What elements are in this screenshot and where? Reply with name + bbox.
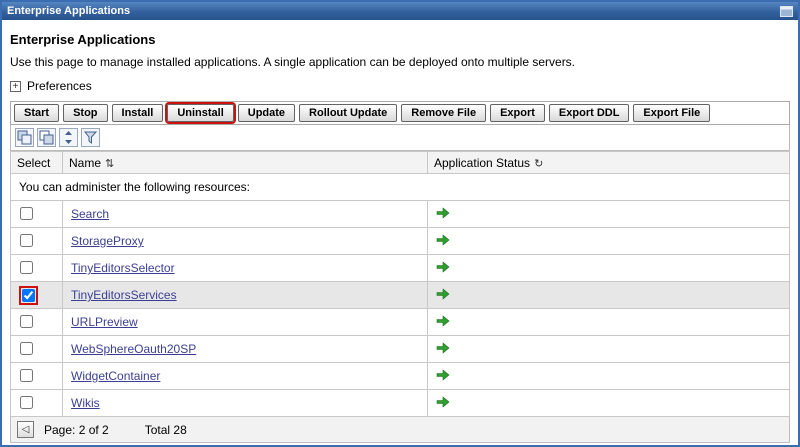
row-checkbox[interactable] — [20, 315, 33, 328]
status-started-icon — [436, 397, 450, 411]
status-started-icon — [436, 343, 450, 357]
page-title: Enterprise Applications — [10, 32, 790, 47]
table-row: WidgetContainer — [11, 363, 790, 390]
remove-file-button[interactable]: Remove File — [401, 104, 486, 122]
select-all-icon[interactable] — [15, 128, 34, 147]
row-checkbox[interactable] — [20, 396, 33, 409]
sort-name-icon[interactable]: ⇅ — [105, 158, 114, 170]
export-ddl-button[interactable]: Export DDL — [549, 104, 630, 122]
status-started-icon — [436, 262, 450, 276]
row-checkbox[interactable] — [22, 289, 35, 302]
uninstall-button[interactable]: Uninstall — [167, 104, 233, 122]
app-link[interactable]: Wikis — [71, 396, 100, 410]
deselect-all-icon[interactable] — [37, 128, 56, 147]
start-button[interactable]: Start — [14, 104, 59, 122]
action-toolbar: Start Stop Install Uninstall Update Roll… — [10, 101, 790, 125]
previous-page-button[interactable]: ◁ — [17, 421, 34, 438]
applications-table: Select Name⇅ Application Status↻ You can… — [10, 151, 790, 417]
page-content: Enterprise Applications Use this page to… — [2, 20, 798, 443]
status-started-icon — [436, 370, 450, 384]
stop-button[interactable]: Stop — [63, 104, 107, 122]
page-indicator: Page: 2 of 2 — [44, 423, 109, 437]
app-link[interactable]: WebSphereOauth20SP — [71, 342, 196, 356]
app-link[interactable]: TinyEditorsServices — [71, 288, 177, 302]
window-title: Enterprise Applications — [7, 2, 130, 20]
titlebar-window-icon[interactable] — [780, 6, 793, 17]
status-started-icon — [436, 208, 450, 222]
table-row: TinyEditorsServices — [11, 282, 790, 309]
sort-status-icon[interactable]: ↻ — [534, 158, 543, 170]
page-description: Use this page to manage installed applic… — [10, 55, 790, 69]
table-row: Search — [11, 201, 790, 228]
app-link[interactable]: WidgetContainer — [71, 369, 160, 383]
install-button[interactable]: Install — [112, 104, 164, 122]
table-caption: You can administer the following resourc… — [11, 174, 790, 201]
table-row: Wikis — [11, 390, 790, 417]
app-link[interactable]: URLPreview — [71, 315, 138, 329]
window-titlebar: Enterprise Applications — [2, 2, 798, 20]
update-button[interactable]: Update — [238, 104, 295, 122]
row-checkbox[interactable] — [20, 261, 33, 274]
column-header-name: Name⇅ — [63, 152, 428, 174]
status-started-icon — [436, 316, 450, 330]
status-started-icon — [436, 235, 450, 249]
row-checkbox[interactable] — [20, 234, 33, 247]
table-row: WebSphereOauth20SP — [11, 336, 790, 363]
row-checkbox[interactable] — [20, 369, 33, 382]
expand-plus-icon[interactable] — [10, 81, 21, 92]
row-checkbox[interactable] — [20, 342, 33, 355]
table-row: StorageProxy — [11, 228, 790, 255]
preferences-label: Preferences — [27, 79, 92, 93]
show-filter-icon[interactable] — [59, 128, 78, 147]
rollout-update-button[interactable]: Rollout Update — [299, 104, 397, 122]
app-link[interactable]: TinyEditorsSelector — [71, 261, 175, 275]
row-checkbox[interactable] — [20, 207, 33, 220]
hide-filter-icon[interactable] — [81, 128, 100, 147]
app-link[interactable]: StorageProxy — [71, 234, 144, 248]
console-window: Enterprise Applications Enterprise Appli… — [0, 0, 800, 447]
preferences-section[interactable]: Preferences — [10, 79, 790, 93]
column-header-status: Application Status↻ — [428, 152, 790, 174]
table-row: URLPreview — [11, 309, 790, 336]
export-file-button[interactable]: Export File — [633, 104, 710, 122]
table-row: TinyEditorsSelector — [11, 255, 790, 282]
total-count: Total 28 — [145, 423, 187, 437]
table-caption-row: You can administer the following resourc… — [11, 174, 790, 201]
status-started-icon — [436, 289, 450, 303]
pagination-bar: ◁ Page: 2 of 2 Total 28 — [10, 417, 790, 443]
column-header-select: Select — [11, 152, 63, 174]
app-link[interactable]: Search — [71, 207, 109, 221]
table-toolbar — [10, 125, 790, 151]
export-button[interactable]: Export — [490, 104, 545, 122]
